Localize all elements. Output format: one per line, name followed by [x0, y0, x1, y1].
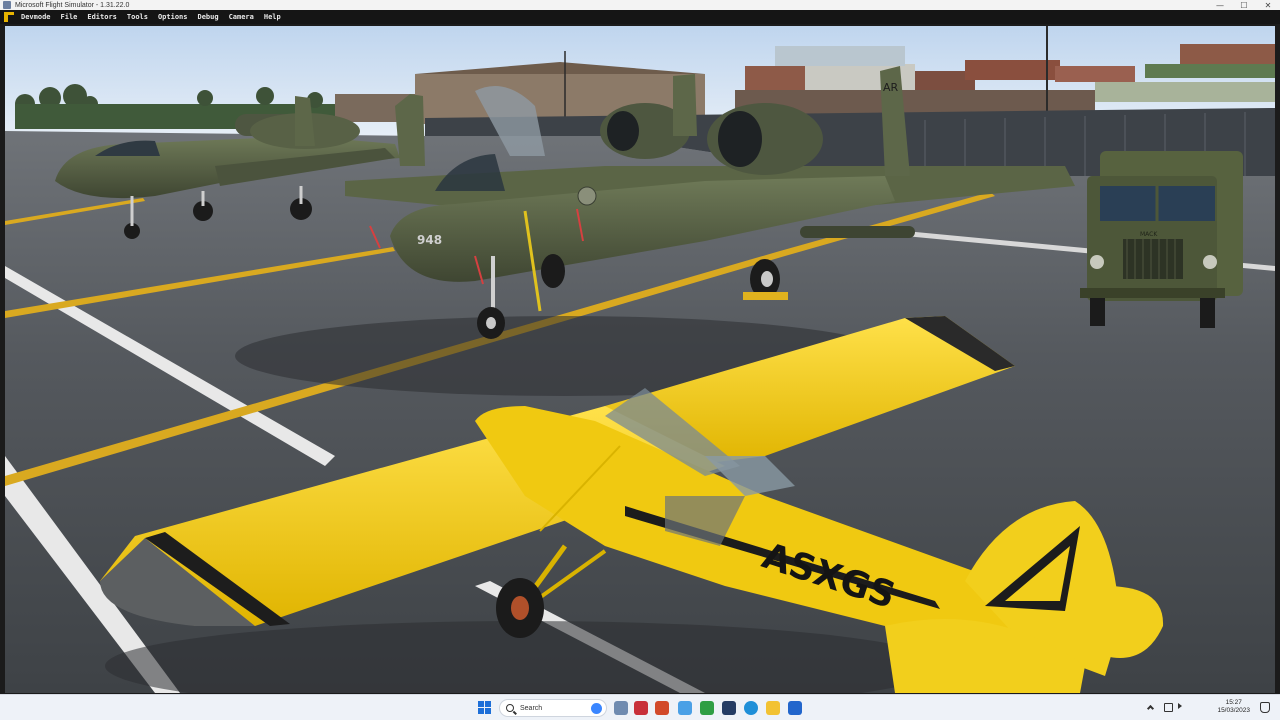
files-icon[interactable] [766, 701, 780, 715]
window-title-bar[interactable]: Microsoft Flight Simulator - 1.31.22.0 —… [0, 0, 1280, 10]
malwarebytes-icon[interactable] [788, 701, 802, 715]
snip-icon[interactable] [678, 701, 692, 715]
menu-editors[interactable]: Editors [82, 10, 122, 24]
app-icon [3, 1, 11, 9]
simulator-viewport[interactable]: AR 948 MACK ASXGS [5, 26, 1275, 693]
maximize-button[interactable]: ☐ [1232, 0, 1256, 10]
close-button[interactable]: ✕ [1256, 0, 1280, 10]
start-button[interactable] [478, 701, 492, 715]
a10-nose-number: 948 [417, 233, 442, 247]
app-red-icon[interactable] [634, 701, 648, 715]
clock-date: 15/03/2023 [1217, 707, 1250, 714]
taskbar-clock[interactable]: 15:27 15/03/2023 [1217, 699, 1250, 715]
office-icon[interactable] [655, 701, 669, 715]
menu-options[interactable]: Options [153, 10, 193, 24]
menu-camera[interactable]: Camera [224, 10, 259, 24]
xbox-icon[interactable] [700, 701, 714, 715]
window-title: Microsoft Flight Simulator - 1.31.22.0 [15, 1, 130, 9]
devmode-logo-icon [4, 12, 14, 22]
menu-tools[interactable]: Tools [122, 10, 153, 24]
taskbar: Search 15:27 15/03/2023 [0, 694, 1280, 720]
msfs-icon[interactable] [722, 701, 736, 715]
truck-brand: MACK [1140, 231, 1158, 238]
notification-bell-icon[interactable] [1260, 702, 1270, 713]
volume-icon[interactable] [1178, 703, 1182, 709]
taskbar-search[interactable]: Search [499, 699, 607, 717]
a10-tail-code: AR [883, 81, 899, 94]
airfield-scene: AR 948 MACK ASXGS [5, 26, 1275, 693]
menu-debug[interactable]: Debug [192, 10, 223, 24]
clock-time: 15:27 [1225, 699, 1242, 706]
search-placeholder: Search [520, 704, 543, 712]
network-icon[interactable] [1164, 703, 1173, 712]
menu-help[interactable]: Help [259, 10, 286, 24]
minimize-button[interactable]: — [1208, 0, 1232, 10]
menu-file[interactable]: File [56, 10, 83, 24]
edge-icon[interactable] [744, 701, 758, 715]
bing-icon [591, 703, 602, 714]
chevron-up-icon[interactable] [1146, 704, 1155, 713]
task-view-icon[interactable] [614, 701, 628, 715]
menu-bar: Devmode File Editors Tools Options Debug… [0, 10, 1280, 24]
menu-devmode[interactable]: Devmode [16, 10, 56, 24]
search-icon [506, 704, 514, 712]
